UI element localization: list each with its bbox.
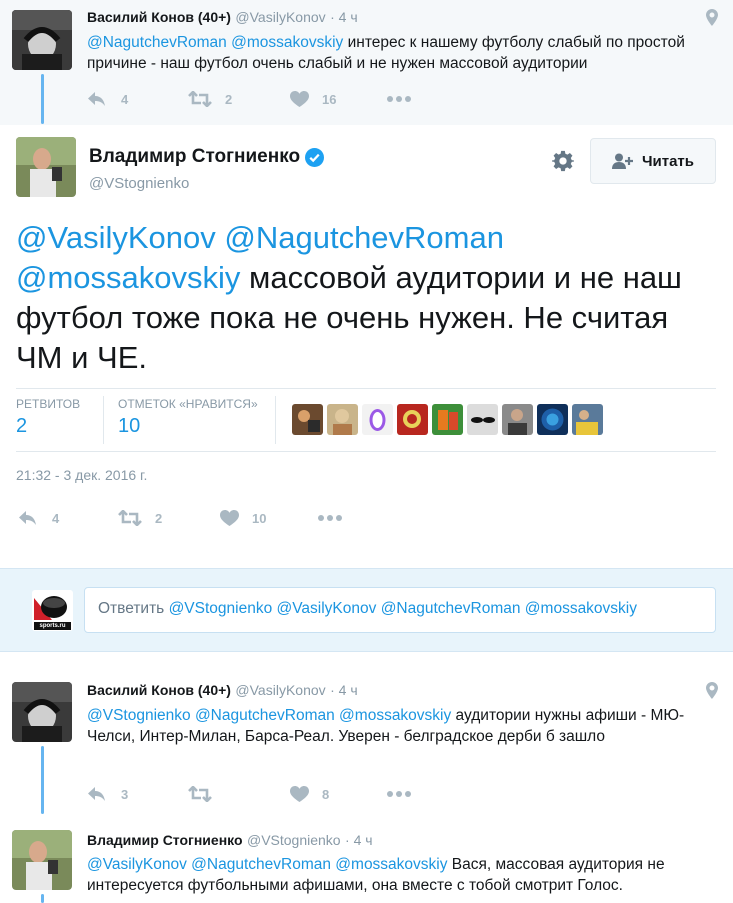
author-name[interactable]: Василий Конов (40+) [87,9,231,25]
like-button[interactable]: 8 [290,786,329,803]
retweet-button[interactable] [188,786,225,802]
avatar-image [12,682,72,742]
thread-line [41,74,44,124]
reply-button[interactable]: 4 [87,91,128,107]
reply-icon [19,511,36,525]
thread-line [41,746,44,814]
tweet-timestamp[interactable]: 21:32 - 3 дек. 2016 г. [16,467,147,483]
author-handle[interactable]: @VasilyKonov [235,9,325,25]
avatar[interactable] [16,137,76,197]
author-name[interactable]: Владимир Стогниенко [87,832,243,848]
location-icon [706,682,718,699]
separator: · [330,682,339,698]
reply-input[interactable]: Ответить @VStognienko @VasilyKonov @Nagu… [84,587,716,633]
likes-count: 10 [118,415,141,437]
avatar-caption: sports.ru [39,623,66,629]
follow-button[interactable]: Читать [590,138,716,184]
avatar-image [12,10,72,70]
liker-avatar[interactable] [432,404,463,435]
gear-icon[interactable] [552,150,574,172]
reply-icon [88,787,105,801]
retweet-count: 2 [225,91,233,107]
heart-icon [290,91,309,107]
reply-count: 3 [121,786,129,802]
tweet-time[interactable]: 4 ч [339,682,358,698]
stat-divider [103,396,104,444]
tweet-mentions[interactable]: @NagutchevRoman @mossakovskiy [87,34,343,51]
more-button[interactable] [387,791,411,797]
divider [16,388,716,389]
heart-icon [290,786,309,802]
like-count: 16 [322,92,337,107]
liker-avatar[interactable] [572,404,603,435]
reply-icon [88,92,105,106]
divider [16,451,716,452]
retweets-stat[interactable]: РЕТВИТОВ 2 [16,397,80,438]
reply-count: 4 [121,91,129,107]
like-button[interactable]: 10 [220,510,266,527]
like-count: 8 [322,787,330,802]
heart-icon [220,510,239,526]
location-icon [706,9,718,26]
liker-avatar[interactable] [292,404,323,435]
retweet-button[interactable]: 2 [188,91,232,107]
reply-button[interactable]: 3 [87,786,128,802]
tweet-mentions[interactable]: @VStognienko @NagutchevRoman @mossakovsk… [87,707,451,724]
liker-avatar[interactable] [397,404,428,435]
more-button[interactable] [387,96,411,102]
separator: · [345,832,354,848]
liker-avatar[interactable] [362,404,393,435]
separator: · [330,9,339,25]
reply-placeholder-prefix: Ответить [98,600,169,617]
tweet-time[interactable]: 4 ч [339,9,358,25]
author-handle[interactable]: @VasilyKonov [235,682,325,698]
retweet-button[interactable]: 2 [118,510,162,526]
retweet-count: 2 [155,510,163,526]
reply-placeholder-mentions: @VStognienko @VasilyKonov @NagutchevRoma… [168,600,637,617]
liker-avatar[interactable] [502,404,533,435]
reply-button[interactable]: 4 [18,510,59,526]
more-button[interactable] [318,515,342,521]
author-handle[interactable]: @VStognienko [247,832,341,848]
like-count: 10 [252,511,267,526]
avatar[interactable] [12,830,72,890]
tweet-time[interactable]: 4 ч [354,832,373,848]
retweet-icon [188,91,212,107]
likers-avatars [292,404,603,435]
stat-divider [275,396,276,444]
avatar[interactable] [12,10,72,70]
like-button[interactable]: 16 [290,91,336,108]
follow-label: Читать [641,152,695,170]
verified-badge-icon [305,147,325,167]
likes-label: ОТМЕТОК «НРАВИТСЯ» [118,397,258,411]
liker-avatar[interactable] [327,404,358,435]
author-name[interactable]: Василий Конов (40+) [87,682,231,698]
retweets-label: РЕТВИТОВ [16,397,81,411]
retweet-icon [118,510,142,526]
more-dots-icon [387,96,411,102]
more-dots-icon [318,515,342,521]
retweet-icon [188,786,212,802]
retweets-count: 2 [16,415,28,437]
author-handle[interactable]: @VStognienko [89,175,189,192]
liker-avatar[interactable] [467,404,498,435]
thread-line [41,894,44,903]
likes-stat[interactable]: ОТМЕТОК «НРАВИТСЯ» 10 [118,397,258,438]
current-user-avatar[interactable]: sports.ru [32,590,73,631]
add-user-icon [611,153,633,169]
avatar-image [16,137,76,197]
author-name[interactable]: Владимир Стогниенко [89,146,300,168]
liker-avatar[interactable] [537,404,568,435]
reply-count: 4 [52,510,60,526]
avatar[interactable] [12,682,72,742]
more-dots-icon [387,791,411,797]
avatar-image [12,830,72,890]
tweet-mentions[interactable]: @VasilyKonov @NagutchevRoman @mossakovsk… [87,856,448,873]
